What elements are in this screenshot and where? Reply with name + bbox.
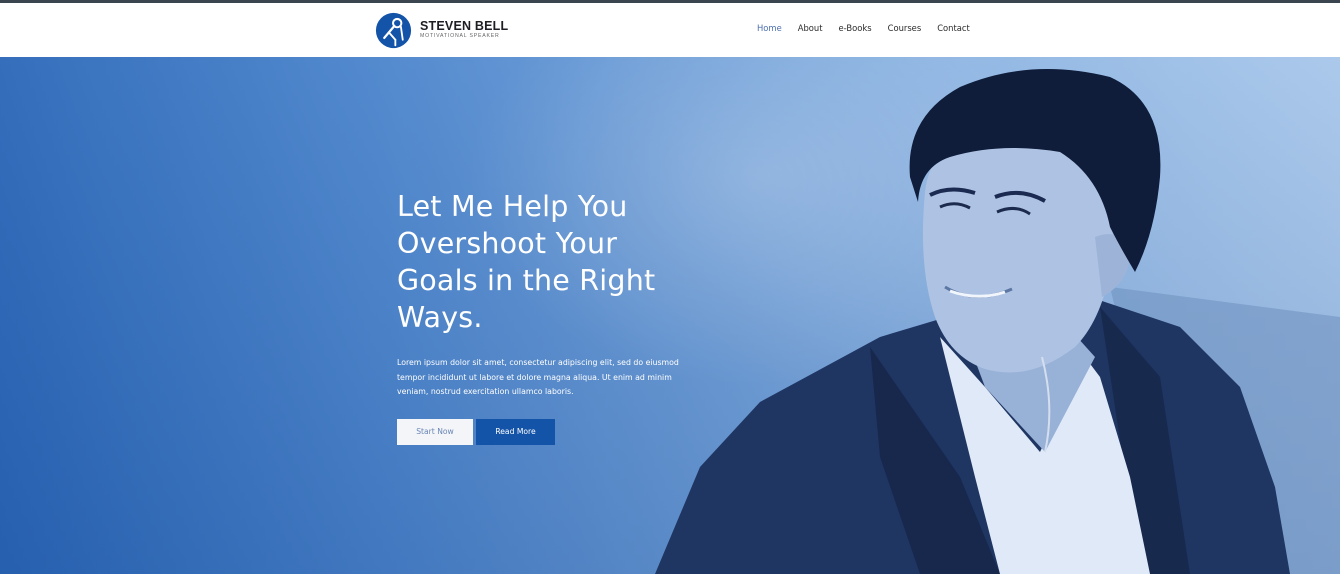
nav-item-home[interactable]: Home <box>757 23 782 33</box>
hero-content: Let Me Help You Overshoot Your Goals in … <box>397 188 717 445</box>
hero-title: Let Me Help You Overshoot Your Goals in … <box>397 188 717 336</box>
nav-item-contact[interactable]: Contact <box>937 23 970 33</box>
hero-section: Let Me Help You Overshoot Your Goals in … <box>0 57 1340 574</box>
hero-title-line: Ways. <box>397 301 483 334</box>
hero-title-line: Goals in the Right <box>397 264 656 297</box>
start-now-button[interactable]: Start Now <box>397 418 473 445</box>
nav-item-ebooks[interactable]: e-Books <box>839 23 872 33</box>
site-header: STEVEN BELL MOTIVATIONAL SPEAKER Home Ab… <box>0 3 1340 57</box>
hero-buttons: Start Now Read More <box>397 418 717 445</box>
nav-item-courses[interactable]: Courses <box>888 23 922 33</box>
hero-description: Lorem ipsum dolor sit amet, consectetur … <box>397 356 693 400</box>
read-more-button[interactable]: Read More <box>476 418 555 445</box>
podium-speaker-icon <box>375 12 412 48</box>
hero-description-line: Lorem ipsum dolor sit amet, consectetur … <box>397 358 679 367</box>
hero-description-line: veniam, nostrud exercitation ullamco lab… <box>397 387 574 396</box>
main-nav: Home About e-Books Courses Contact <box>757 23 970 33</box>
nav-item-about[interactable]: About <box>798 23 823 33</box>
brand-tagline: MOTIVATIONAL SPEAKER <box>420 33 500 39</box>
hero-description-line: tempor incididunt ut labore et dolore ma… <box>397 372 672 382</box>
hero-title-line: Overshoot Your <box>397 227 618 260</box>
brand-logo[interactable]: STEVEN BELL MOTIVATIONAL SPEAKER <box>375 11 508 49</box>
brand-name: STEVEN BELL <box>420 19 509 33</box>
hero-title-line: Let Me Help You <box>397 190 628 223</box>
